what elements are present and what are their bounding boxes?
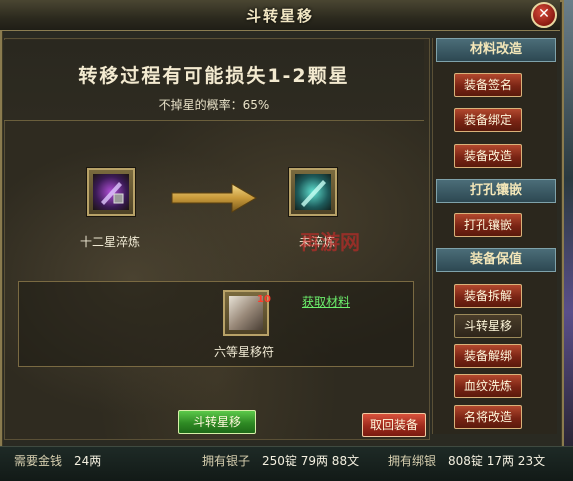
bound-silver-label: 拥有绑银 bbox=[388, 454, 437, 468]
site-watermark: 再游网 bbox=[300, 230, 360, 254]
window-title: 斗转星移 bbox=[245, 7, 314, 25]
sidebar-item-equip-sign[interactable]: 装备签名 bbox=[454, 73, 522, 97]
silver-owned-label: 拥有银子 bbox=[202, 454, 251, 468]
sidebar-item-socket[interactable]: 打孔镶嵌 bbox=[454, 213, 522, 237]
star-transfer-button[interactable]: 斗转星移 bbox=[178, 410, 256, 434]
material-name: 六等星移符 bbox=[213, 345, 274, 359]
bound-silver-value: 808锭 17两 23文 bbox=[448, 454, 546, 468]
retrieve-equipment-button[interactable]: 取回装备 bbox=[362, 413, 426, 437]
source-equipment-slot[interactable] bbox=[87, 168, 135, 216]
sidebar-item-unbind[interactable]: 装备解绑 bbox=[454, 344, 522, 368]
material-slot[interactable]: 10 bbox=[223, 290, 271, 336]
sidebar-section-preserve: 装备保值 bbox=[436, 248, 556, 272]
transfer-arrow-icon bbox=[171, 183, 257, 213]
sidebar-item-dismantle[interactable]: 装备拆解 bbox=[454, 284, 522, 308]
sidebar-item-star-transfer[interactable]: 斗转星移 bbox=[454, 314, 522, 338]
sidebar-item-general-modify[interactable]: 名将改造 bbox=[454, 405, 522, 429]
get-material-link[interactable]: 获取材料 bbox=[302, 293, 350, 310]
source-equipment-label: 十二星淬炼 bbox=[79, 235, 140, 249]
close-button[interactable]: ✕ bbox=[531, 2, 557, 28]
silver-owned-value: 250锭 79两 88文 bbox=[262, 454, 360, 468]
target-equipment-slot[interactable] bbox=[289, 168, 337, 216]
target-equipment-icon bbox=[295, 174, 331, 210]
source-equipment-icon bbox=[93, 174, 129, 210]
success-rate-text: 不掉星的概率：65% bbox=[158, 98, 270, 112]
warning-title: 转移过程有可能损失1-2颗星 bbox=[78, 65, 350, 87]
sidebar-item-equip-modify[interactable]: 装备改造 bbox=[454, 144, 522, 168]
window-titlebar[interactable]: 斗转星移 bbox=[0, 0, 560, 31]
material-count: 10 bbox=[257, 294, 271, 305]
sidebar-section-material: 材料改造 bbox=[436, 38, 556, 62]
sidebar-section-socket: 打孔镶嵌 bbox=[436, 179, 556, 203]
gold-required-label: 需要金钱 bbox=[14, 454, 63, 468]
gold-required-value: 24两 bbox=[74, 454, 102, 468]
sidebar-item-blood-refine[interactable]: 血纹洗炼 bbox=[454, 374, 522, 398]
sidebar-item-equip-bind[interactable]: 装备绑定 bbox=[454, 108, 522, 132]
